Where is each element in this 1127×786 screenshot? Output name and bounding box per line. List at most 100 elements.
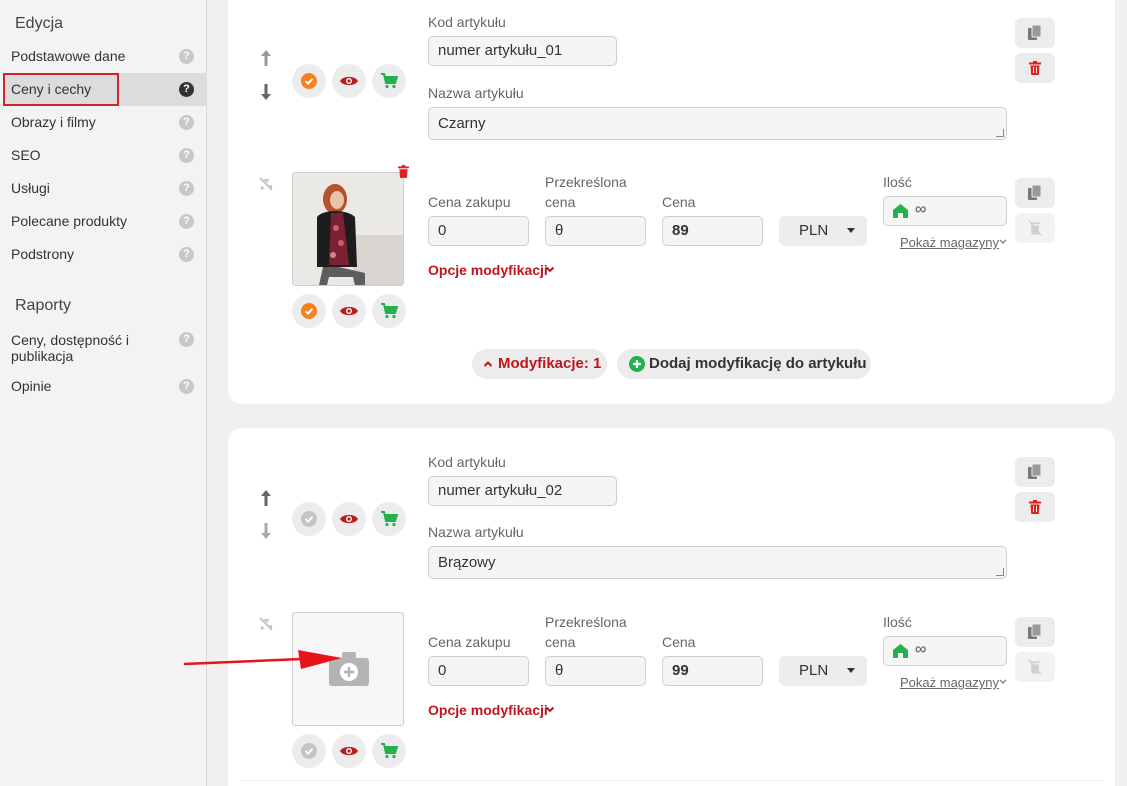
code-label: Kod artykułu: [428, 454, 506, 470]
check-icon: [301, 73, 317, 89]
quantity-label: Ilość: [883, 614, 912, 630]
cart-icon: [381, 511, 398, 527]
chevron-up-icon: [483, 361, 493, 367]
plus-circle-icon: [629, 356, 645, 372]
sidebar-item-label: Opinie: [11, 378, 52, 394]
price-input[interactable]: 99: [662, 656, 763, 686]
delete-button[interactable]: [1015, 53, 1055, 83]
variant-visibility-toggle-button[interactable]: [332, 294, 366, 328]
crossed-price-label-line2: cena: [545, 634, 576, 650]
name-input[interactable]: Czarny: [428, 107, 1007, 140]
sellable-toggle-button[interactable]: [372, 64, 406, 98]
trash-icon: [1029, 61, 1041, 75]
code-input[interactable]: numer artykułu_01: [428, 36, 617, 66]
arrow-up-icon[interactable]: [260, 50, 272, 66]
show-warehouse-link[interactable]: Pokaż magazyny: [900, 235, 999, 250]
currency-select[interactable]: PLN: [779, 656, 867, 686]
modification-options-link[interactable]: Opcje modyfikacji: [428, 262, 548, 278]
chevron-down-icon[interactable]: [999, 679, 1007, 685]
article-card-2: Kod artykułu numer artykułu_02 Nazwa art…: [228, 428, 1115, 786]
sidebar-item-reviews[interactable]: Opinie ?: [3, 370, 207, 403]
quantity-input[interactable]: ∞: [883, 636, 1007, 666]
show-warehouse-link[interactable]: Pokaż magazyny: [900, 675, 999, 690]
modifications-toggle-label: Modyfikacje: 1: [498, 355, 602, 372]
warehouse-icon: [893, 644, 908, 658]
chevron-down-icon[interactable]: [545, 706, 555, 714]
price-label: Cena: [662, 194, 696, 210]
sidebar-item-label: Ceny, dostępność i publikacja: [11, 332, 130, 364]
duplicate-button[interactable]: [1015, 18, 1055, 48]
sidebar-item-label: Ceny i cechy: [11, 81, 92, 97]
chevron-down-icon[interactable]: [545, 266, 555, 274]
help-icon[interactable]: ?: [179, 332, 194, 347]
arrow-down-icon[interactable]: [260, 523, 272, 539]
modifications-toggle-button[interactable]: Modyfikacje: 1: [472, 349, 607, 379]
arrow-down-icon[interactable]: [260, 84, 272, 100]
sidebar-item-services[interactable]: Usługi ?: [3, 172, 207, 205]
variant-duplicate-button[interactable]: [1015, 178, 1055, 208]
crossed-price-label-line2: cena: [545, 194, 576, 210]
help-icon[interactable]: ?: [179, 82, 194, 97]
help-icon[interactable]: ?: [179, 148, 194, 163]
help-icon[interactable]: ?: [179, 49, 194, 64]
image-delete-icon[interactable]: [398, 165, 409, 178]
modification-options-link[interactable]: Opcje modyfikacji: [428, 702, 548, 718]
sellable-toggle-button[interactable]: [372, 502, 406, 536]
add-modification-label: Dodaj modyfikację do artykułu: [649, 355, 867, 372]
product-image[interactable]: [292, 172, 404, 286]
help-icon[interactable]: ?: [179, 115, 194, 130]
buy-price-input[interactable]: 0: [428, 656, 529, 686]
visibility-toggle-button[interactable]: [332, 502, 366, 536]
visibility-toggle-button[interactable]: [332, 64, 366, 98]
warehouse-icon: [893, 204, 908, 218]
article-card-1: Kod artykułu numer artykułu_01 Nazwa art…: [228, 0, 1115, 404]
help-icon[interactable]: ?: [179, 181, 194, 196]
variant-delete-button[interactable]: [1015, 213, 1055, 243]
active-toggle-button[interactable]: [292, 502, 326, 536]
crossed-price-input[interactable]: θ: [545, 656, 646, 686]
sidebar-item-availability[interactable]: Ceny, dostępność i publikacja ?: [3, 326, 207, 366]
delete-button[interactable]: [1015, 492, 1055, 522]
help-icon[interactable]: ?: [179, 247, 194, 262]
image-unlink-icon[interactable]: [258, 176, 274, 192]
variant-visibility-toggle-button[interactable]: [332, 734, 366, 768]
variant-delete-button[interactable]: [1015, 652, 1055, 682]
variant-sellable-toggle-button[interactable]: [372, 294, 406, 328]
code-input[interactable]: numer artykułu_02: [428, 476, 617, 506]
duplicate-button[interactable]: [1015, 457, 1055, 487]
trash-icon: [1029, 500, 1041, 514]
quantity-input[interactable]: ∞: [883, 196, 1007, 226]
sidebar-item-seo[interactable]: SEO ?: [3, 139, 207, 172]
variant-active-toggle-button[interactable]: [292, 734, 326, 768]
name-input[interactable]: Brązowy: [428, 546, 1007, 579]
code-label: Kod artykułu: [428, 14, 506, 30]
price-input[interactable]: 89: [662, 216, 763, 246]
sidebar-item-label: Polecane produkty: [11, 213, 127, 229]
sidebar-item-recommended[interactable]: Polecane produkty ?: [3, 205, 207, 238]
sidebar-item-basic-data[interactable]: Podstawowe dane ?: [3, 40, 207, 73]
crossed-price-input[interactable]: θ: [545, 216, 646, 246]
currency-select[interactable]: PLN: [779, 216, 867, 246]
chevron-down-icon[interactable]: [999, 239, 1007, 245]
sidebar-item-prices[interactable]: Ceny i cechy ?: [3, 73, 207, 106]
cart-icon: [381, 303, 398, 319]
add-modification-button[interactable]: Dodaj modyfikację do artykułu: [617, 349, 871, 379]
caret-down-icon: [847, 228, 855, 233]
product-photo: [293, 173, 403, 285]
variant-sellable-toggle-button[interactable]: [372, 734, 406, 768]
help-icon[interactable]: ?: [179, 379, 194, 394]
sidebar-item-images[interactable]: Obrazy i filmy ?: [3, 106, 207, 139]
eye-icon: [340, 514, 358, 524]
name-label: Nazwa artykułu: [428, 85, 524, 101]
sidebar-item-subpages[interactable]: Podstrony ?: [3, 238, 207, 271]
help-icon[interactable]: ?: [179, 214, 194, 229]
active-toggle-button[interactable]: [292, 64, 326, 98]
variant-active-toggle-button[interactable]: [292, 294, 326, 328]
buy-price-input[interactable]: 0: [428, 216, 529, 246]
arrow-up-icon[interactable]: [260, 490, 272, 506]
image-unlink-icon[interactable]: [258, 616, 274, 632]
divider: [240, 780, 1103, 781]
variant-duplicate-button[interactable]: [1015, 617, 1055, 647]
copy-icon: [1028, 624, 1042, 639]
sidebar-item-label: Podstawowe dane: [11, 48, 126, 64]
